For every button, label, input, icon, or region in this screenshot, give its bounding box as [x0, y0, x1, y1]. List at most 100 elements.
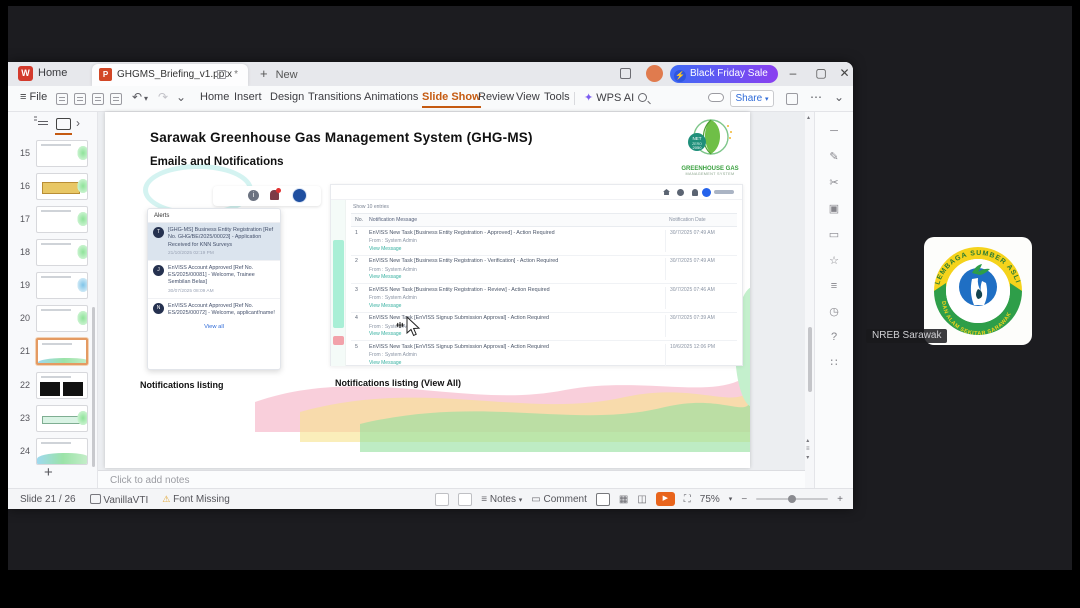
menu-slide-show[interactable]: Slide Show: [422, 91, 481, 108]
ribbon-collapse-icon[interactable]: ⌄: [176, 90, 186, 104]
zoom-slider-knob[interactable]: [788, 495, 797, 503]
tab-window-icon[interactable]: [217, 70, 226, 79]
menu-animations[interactable]: Animations: [364, 91, 418, 103]
scroll-up-icon[interactable]: ▴: [807, 114, 810, 121]
search-icon[interactable]: [638, 93, 647, 102]
menu-tools[interactable]: Tools: [544, 91, 570, 103]
undo-icon[interactable]: ↶: [132, 90, 142, 104]
caret-down-icon: ▾: [764, 96, 769, 103]
slide-21[interactable]: Sarawak Greenhouse Gas Management System…: [105, 112, 750, 468]
slide-view-icon[interactable]: [55, 118, 72, 135]
comment-toggle[interactable]: ▭ Comment: [531, 494, 587, 505]
zoom-in-button[interactable]: +: [837, 494, 843, 505]
tab-layout-icon[interactable]: [620, 68, 631, 79]
collapse-ribbon-icon[interactable]: ⌄: [834, 90, 844, 104]
alerts-navbar: i: [213, 186, 321, 206]
share-button[interactable]: Share ▾: [730, 90, 774, 107]
shapes-tool-icon[interactable]: ▣: [815, 202, 853, 215]
page-setup-icon[interactable]: [435, 492, 450, 506]
caption-notifications-listing[interactable]: Notifications listing: [140, 380, 224, 390]
slide-thumb-22[interactable]: 22: [8, 372, 94, 400]
menu-view[interactable]: View: [516, 91, 540, 103]
save-icon[interactable]: [56, 93, 68, 105]
export-icon[interactable]: [458, 492, 473, 506]
output-icon[interactable]: [74, 93, 86, 105]
minimize-button[interactable]: –: [780, 62, 806, 84]
black-friday-sale-button[interactable]: ⚡ Black Friday Sale: [670, 65, 778, 83]
warning-icon: ⚠: [162, 494, 171, 504]
notes-pane[interactable]: Click to add notes: [98, 470, 805, 488]
spellcheck-language[interactable]: VanillaVTI: [89, 493, 148, 506]
panel-scrollbar[interactable]: [92, 307, 95, 467]
scrollbar-thumb[interactable]: [808, 327, 812, 392]
print-icon[interactable]: [92, 93, 104, 105]
prev-next-slide-buttons[interactable]: ▴ ≡ ▾: [806, 437, 810, 462]
print-preview-icon[interactable]: [110, 93, 122, 105]
slide-indicator: Slide 21 / 26: [20, 494, 76, 505]
file-menu[interactable]: ≡ File: [20, 91, 47, 103]
menu-review[interactable]: Review: [478, 91, 514, 103]
modified-marker: *: [234, 69, 238, 80]
table-navbar: [331, 185, 742, 200]
slideshow-play-button[interactable]: ▶: [655, 492, 675, 506]
slide-thumb-18[interactable]: 18: [8, 239, 94, 267]
favorites-tool-icon[interactable]: ☆: [815, 254, 853, 267]
new-tab-button[interactable]: + New: [260, 66, 298, 81]
table-row: 5 EnVISS New Task [EnVISS Signup Submiss…: [351, 341, 737, 369]
outline-view-icon[interactable]: [34, 116, 48, 130]
slide-thumb-19[interactable]: 19: [8, 272, 94, 300]
cut-tool-icon[interactable]: ✂: [815, 176, 853, 189]
zoom-level[interactable]: 75%: [700, 494, 720, 505]
document-tab[interactable]: P GHGMS_Briefing_v1.pptx *: [92, 64, 248, 86]
close-button[interactable]: ✕: [836, 62, 853, 84]
fit-slide-icon[interactable]: ⛶: [684, 494, 691, 505]
app-sidebar: [331, 200, 346, 366]
settings-tool-icon[interactable]: ≡: [815, 280, 853, 292]
slide-sorter-view-button[interactable]: ▦: [619, 494, 628, 505]
edit-tool-icon[interactable]: ✎: [815, 150, 853, 163]
zoom-caret-icon[interactable]: ▾: [729, 495, 733, 503]
slide-subtitle[interactable]: Emails and Notifications: [150, 156, 284, 168]
slide-thumb-16[interactable]: 16: [8, 173, 94, 201]
notifications-table: No. Notification Message Notification Da…: [351, 213, 737, 369]
menu-wps-ai[interactable]: ✦ WPS AI: [584, 91, 634, 104]
slide-thumb-20[interactable]: 20: [8, 305, 94, 333]
add-slide-button[interactable]: +: [44, 464, 53, 481]
zoom-slider[interactable]: [756, 495, 829, 503]
slide-thumb-15[interactable]: 15: [8, 140, 94, 168]
user-avatar[interactable]: [646, 65, 663, 82]
powerpoint-doc-icon: P: [99, 68, 112, 81]
alerts-header: Alerts: [148, 209, 280, 223]
slide-title[interactable]: Sarawak Greenhouse Gas Management System…: [150, 130, 533, 145]
font-missing-warning[interactable]: ⚠ Font Missing: [162, 494, 230, 505]
menu-transitions[interactable]: Transitions: [308, 91, 361, 103]
more-options-icon[interactable]: ⋯: [810, 90, 822, 104]
mouse-cursor: [396, 315, 422, 343]
maximize-button[interactable]: ▢: [808, 62, 834, 84]
table-row: 1 EnVISS New Task [Business Entity Regis…: [351, 227, 737, 256]
zoom-out-button[interactable]: −: [741, 494, 747, 505]
apps-grid-icon[interactable]: ∷: [815, 356, 853, 369]
slide-thumb-21-selected[interactable]: 21: [8, 338, 94, 366]
caption-notifications-view-all[interactable]: Notifications listing (View All): [335, 378, 461, 388]
menu-design[interactable]: Design: [270, 91, 304, 103]
help-tool-icon[interactable]: ?: [815, 331, 853, 343]
slide-thumb-17[interactable]: 17: [8, 206, 94, 234]
slide-thumb-24[interactable]: 24: [8, 438, 94, 466]
reading-view-button[interactable]: ◫: [637, 494, 646, 505]
undo-caret-icon[interactable]: ▾: [144, 94, 148, 103]
cloud-sync-icon[interactable]: [708, 93, 724, 102]
slide-thumb-23[interactable]: 23: [8, 405, 94, 433]
menu-home[interactable]: Home: [200, 91, 229, 103]
normal-view-button[interactable]: [595, 492, 610, 506]
collapse-panel-icon[interactable]: ›: [76, 116, 80, 130]
collapse-tools-icon[interactable]: ─: [815, 125, 853, 137]
comment-tool-icon[interactable]: ▭: [815, 228, 853, 241]
home-tab[interactable]: Home: [38, 67, 67, 79]
history-tool-icon[interactable]: ◷: [815, 305, 853, 318]
sidebar-active-group: [333, 240, 344, 328]
notes-toggle[interactable]: ≡ Notes ▾: [481, 494, 522, 505]
panel-toggle-icon[interactable]: [786, 93, 798, 105]
redo-icon[interactable]: ↷: [158, 90, 168, 104]
menu-insert[interactable]: Insert: [234, 91, 262, 103]
